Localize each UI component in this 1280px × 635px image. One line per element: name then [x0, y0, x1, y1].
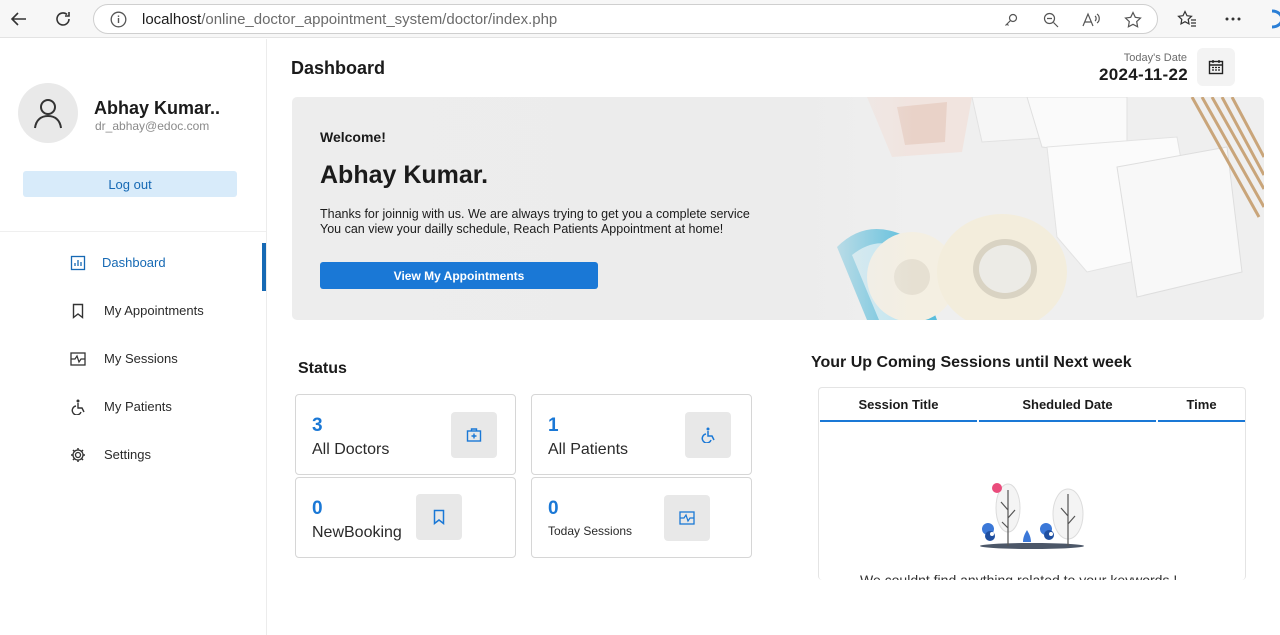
back-icon[interactable]: [6, 6, 32, 32]
calendar-button[interactable]: [1197, 48, 1235, 86]
sessions-table: Session Title Sheduled Date Time We coul…: [818, 387, 1246, 580]
wheelchair-icon: [70, 399, 86, 416]
sidebar-item-label: My Appointments: [104, 303, 204, 318]
stat-card-patients[interactable]: 1 All Patients: [531, 394, 752, 475]
wheelchair-icon: [685, 412, 731, 458]
key-icon[interactable]: [1001, 10, 1021, 30]
url-text[interactable]: localhost/online_doctor_appointment_syst…: [142, 11, 557, 28]
sidebar-item-label: Dashboard: [102, 255, 166, 270]
sidebar-item-dashboard[interactable]: Dashboard: [0, 243, 266, 291]
sidebar-item-label: My Patients: [104, 399, 172, 414]
sidebar-item-my-sessions[interactable]: My Sessions: [0, 339, 266, 379]
bookmark-icon: [416, 494, 462, 540]
info-icon[interactable]: [110, 11, 127, 28]
stat-value: 1: [548, 415, 559, 436]
stat-label: NewBooking: [312, 524, 402, 541]
address-bar[interactable]: localhost/online_doctor_appointment_syst…: [93, 4, 1158, 34]
upcoming-sessions-title: Your Up Coming Sessions until Next week: [811, 354, 1132, 371]
sidebar: Abhay Kumar.. dr_abhay@edoc.com Log out …: [0, 39, 267, 635]
copilot-icon[interactable]: [1266, 8, 1280, 30]
sessions-icon: [664, 495, 710, 541]
read-aloud-icon[interactable]: [1081, 10, 1101, 30]
gear-icon: [70, 447, 86, 463]
zoom-icon[interactable]: [1041, 10, 1061, 30]
avatar: [18, 83, 78, 143]
favorites-icon[interactable]: [1176, 8, 1198, 30]
stat-card-new-booking[interactable]: 0 NewBooking: [295, 477, 516, 558]
sidebar-item-my-appointments[interactable]: My Appointments: [0, 291, 266, 331]
profile-name: Abhay Kumar..: [94, 98, 221, 118]
empty-message: We couldnt find anything related to your…: [860, 572, 1178, 580]
welcome-message: You can view your dailly schedule, Reach…: [320, 222, 724, 236]
column-header[interactable]: Time: [1158, 388, 1245, 422]
doctor-bag-icon: [451, 412, 497, 458]
dashboard-icon: [70, 255, 86, 271]
logout-button[interactable]: Log out: [23, 171, 237, 197]
column-header[interactable]: Session Title: [820, 388, 977, 422]
welcome-message: Thanks for joinnig with us. We are alway…: [320, 207, 750, 221]
user-icon: [34, 99, 62, 129]
stat-card-doctors[interactable]: 3 All Doctors: [295, 394, 516, 475]
date-value: 2024-11-22: [1098, 65, 1188, 84]
profile-email: dr_abhay@edoc.com: [95, 119, 210, 133]
browser-toolbar: localhost/online_doctor_appointment_syst…: [0, 0, 1280, 38]
sidebar-item-label: My Sessions: [104, 351, 178, 366]
sessions-icon: [70, 351, 86, 367]
welcome-banner: Welcome! Abhay Kumar. Thanks for joinnig…: [292, 97, 1264, 320]
bookmark-icon: [70, 303, 86, 319]
welcome-text: Welcome!: [320, 129, 386, 145]
stat-value: 0: [312, 498, 323, 519]
stat-label: Today Sessions: [548, 524, 633, 538]
more-options-icon[interactable]: [1222, 8, 1244, 30]
refresh-icon[interactable]: [50, 6, 76, 32]
view-appointments-button[interactable]: View My Appointments: [320, 262, 598, 289]
calendar-icon: [1208, 60, 1224, 75]
stat-label: All Doctors: [312, 441, 390, 458]
stat-label: All Patients: [548, 441, 629, 458]
medical-supplies-image: [797, 97, 1264, 320]
divider: [0, 231, 266, 232]
date-label: Today's Date: [1123, 52, 1187, 64]
column-header[interactable]: Sheduled Date: [979, 388, 1156, 422]
sidebar-item-label: Settings: [104, 447, 151, 462]
stat-card-today-sessions[interactable]: 0 Today Sessions: [531, 477, 752, 558]
sidebar-item-settings[interactable]: Settings: [0, 435, 266, 475]
stat-value: 0: [548, 498, 559, 519]
doctor-name: Abhay Kumar.: [320, 161, 489, 189]
status-title: Status: [298, 360, 347, 377]
empty-state-illustration: [980, 483, 1084, 549]
stat-value: 3: [312, 415, 323, 436]
page-title: Dashboard: [291, 58, 386, 78]
sidebar-item-my-patients[interactable]: My Patients: [0, 387, 266, 427]
favorite-star-icon[interactable]: [1123, 10, 1143, 30]
